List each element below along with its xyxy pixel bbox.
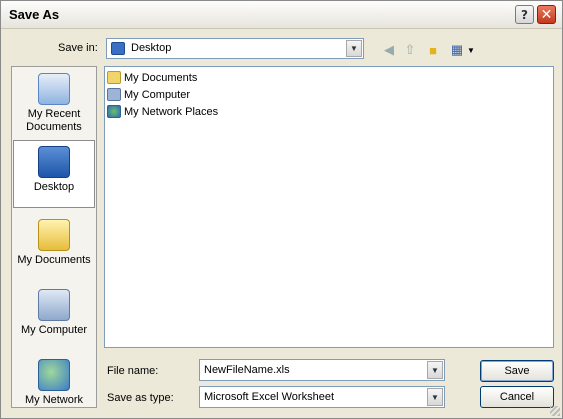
place-my-computer[interactable]: My Computer bbox=[13, 289, 95, 349]
save-in-label: Save in: bbox=[58, 42, 98, 54]
my-network-icon bbox=[38, 359, 70, 391]
desktop-small-icon bbox=[111, 42, 125, 55]
list-item-label: My Documents bbox=[124, 71, 198, 84]
back-icon[interactable]: ◀ bbox=[381, 42, 397, 58]
list-item-label: My Computer bbox=[124, 88, 191, 101]
place-label: My Network bbox=[24, 394, 84, 406]
list-item[interactable]: My Network Places bbox=[107, 103, 218, 120]
save-as-dialog: Save As ? ✕ Save in: Desktop ▼ ◀ ⇧ ■ ▦ ▼… bbox=[0, 0, 563, 419]
file-name-label: File name: bbox=[107, 365, 159, 377]
desktop-icon bbox=[38, 146, 70, 178]
place-label: My Recent Documents bbox=[26, 108, 82, 133]
views-dropdown-icon[interactable]: ▼ bbox=[463, 42, 479, 58]
resize-grip-icon[interactable] bbox=[550, 406, 560, 416]
recent-documents-icon bbox=[38, 73, 70, 105]
place-my-network[interactable]: My Network bbox=[13, 359, 95, 407]
save-as-type-dropdown[interactable]: Microsoft Excel Worksheet ▼ bbox=[199, 386, 445, 408]
help-icon: ? bbox=[521, 7, 528, 22]
save-button[interactable]: Save bbox=[480, 360, 554, 382]
list-item-label: My Network Places bbox=[124, 105, 219, 118]
title-bar[interactable]: Save As ? ✕ bbox=[1, 1, 562, 29]
file-name-value: NewFileName.xls bbox=[204, 364, 290, 376]
close-icon: ✕ bbox=[540, 6, 553, 23]
place-desktop[interactable]: Desktop bbox=[13, 140, 95, 208]
window-title: Save As bbox=[9, 7, 60, 22]
new-folder-icon[interactable]: ■ bbox=[425, 42, 441, 58]
place-label: My Documents bbox=[17, 254, 91, 266]
my-computer-icon bbox=[38, 289, 70, 321]
file-list[interactable]: My Documents My Computer My Network Plac… bbox=[104, 66, 554, 348]
chevron-down-icon[interactable]: ▼ bbox=[346, 40, 362, 57]
save-in-value: Desktop bbox=[131, 42, 172, 54]
network-places-icon bbox=[107, 105, 121, 118]
list-item[interactable]: My Computer bbox=[107, 86, 190, 103]
place-label: Desktop bbox=[33, 181, 75, 193]
place-label: My Computer bbox=[20, 324, 88, 336]
save-in-dropdown[interactable]: Desktop ▼ bbox=[106, 38, 364, 59]
save-as-type-label: Save as type: bbox=[107, 392, 174, 404]
help-button[interactable]: ? bbox=[515, 5, 534, 24]
my-documents-icon bbox=[38, 219, 70, 251]
cancel-button[interactable]: Cancel bbox=[480, 386, 554, 408]
place-my-documents[interactable]: My Documents bbox=[13, 219, 95, 279]
up-folder-icon[interactable]: ⇧ bbox=[402, 42, 418, 58]
file-name-input[interactable]: NewFileName.xls ▼ bbox=[199, 359, 445, 381]
computer-icon bbox=[107, 88, 121, 101]
save-as-type-value: Microsoft Excel Worksheet bbox=[204, 391, 335, 403]
chevron-down-icon[interactable]: ▼ bbox=[427, 388, 443, 406]
places-bar: My Recent Documents Desktop My Documents… bbox=[11, 66, 97, 408]
folder-icon bbox=[107, 71, 121, 84]
list-item[interactable]: My Documents bbox=[107, 69, 197, 86]
place-recent-documents[interactable]: My Recent Documents bbox=[13, 73, 95, 133]
chevron-down-icon[interactable]: ▼ bbox=[427, 361, 443, 379]
close-button[interactable]: ✕ bbox=[537, 5, 556, 24]
